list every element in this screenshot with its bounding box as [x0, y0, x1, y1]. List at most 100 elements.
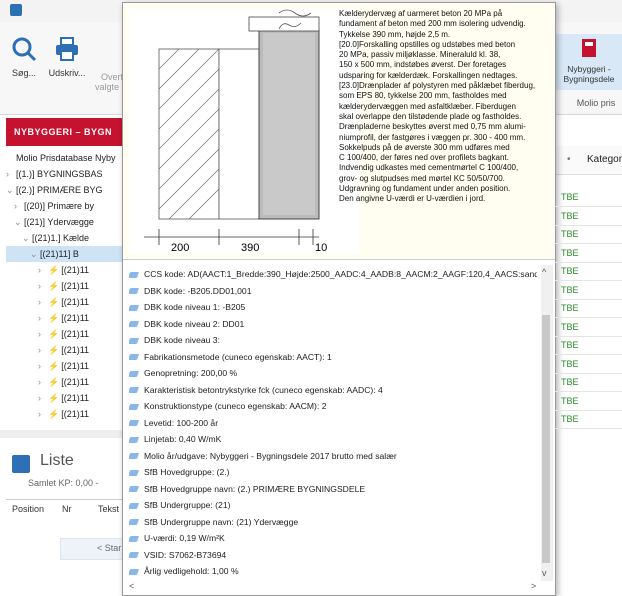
scroll-up-arrow[interactable]: ^	[542, 267, 546, 277]
tree-item-label: [(21)11	[61, 409, 90, 419]
chevron-down-icon[interactable]: ⌄	[22, 230, 32, 246]
property-tag-icon	[129, 568, 140, 575]
tree-item[interactable]: ⌄ [(21)11] B	[6, 246, 130, 262]
section-banner: NYBYGGERI – BYGN	[6, 118, 138, 146]
property-tag-icon	[129, 321, 140, 328]
transfer-button[interactable]: Overf valgte	[90, 62, 124, 102]
chevron-right-icon[interactable]: ›	[14, 198, 24, 214]
property-text: DBK kode: -B205.DD01,001	[144, 285, 252, 296]
tree-item-label: [(20)] Primære by	[24, 201, 95, 211]
description-line: Den angivne U-værdi er U-værdien i jord.	[339, 194, 486, 204]
tree-item[interactable]: › ⚡ [(21)11	[6, 262, 130, 278]
category-cell[interactable]: TBE	[561, 396, 581, 410]
tree-item-label: [(21)11	[61, 377, 90, 387]
category-cell[interactable]: TBE	[561, 340, 581, 354]
category-cell[interactable]: TBE	[561, 414, 581, 428]
description-line: kælderydervæggen med asfaltklæber. Fiber…	[339, 101, 516, 111]
property-tag-icon	[129, 486, 140, 493]
chevron-right-icon[interactable]: ›	[38, 358, 48, 374]
tree-item[interactable]: ⌄ [(21)] Ydervægge	[6, 214, 130, 230]
col-tekst[interactable]: Tekst	[98, 504, 119, 514]
property-tag-icon	[129, 453, 140, 460]
chevron-right-icon[interactable]: ›	[38, 278, 48, 294]
scroll-down-arrow[interactable]: v	[542, 568, 547, 578]
tree-item[interactable]: ⌄ [(21)1.] Kælde	[6, 230, 130, 246]
category-cell[interactable]: TBE	[561, 322, 581, 336]
chevron-right-icon[interactable]: ›	[38, 326, 48, 342]
category-cell[interactable]: TBE	[561, 248, 581, 262]
property-text: Karakteristisk betontrykstyrke fck (cune…	[144, 384, 383, 395]
item-icon: ⚡	[48, 377, 60, 387]
tree-item[interactable]: › ⚡ [(21)11	[6, 406, 130, 422]
tree-item[interactable]: ⌄ [(2.)] PRIMÆRE BYG	[6, 182, 130, 198]
tree-item[interactable]: Molio Prisdatabase Nyby	[6, 150, 130, 166]
chevron-right-icon[interactable]: ›	[38, 310, 48, 326]
chevron-right-icon[interactable]: ›	[38, 406, 48, 422]
category-cell[interactable]: TBE	[561, 377, 581, 391]
chevron-right-icon[interactable]: ›	[38, 294, 48, 310]
category-cell[interactable]: TBE	[561, 229, 581, 243]
property-text: U-værdi: 0,19 W/m²K	[144, 533, 225, 543]
property-text: SfB Hovedgruppe: (2.)	[144, 467, 230, 477]
property-tag-icon	[129, 552, 140, 559]
chevron-right-icon[interactable]: ›	[6, 166, 16, 182]
tree-item[interactable]: › ⚡ [(21)11	[6, 374, 130, 390]
property-tag-icon	[129, 370, 140, 377]
property-tag-icon	[129, 354, 140, 361]
chevron-down-icon[interactable]: ⌄	[6, 182, 16, 198]
tree-item[interactable]: › [(20)] Primære by	[6, 198, 130, 214]
property-text: Konstruktionstype (cuneco egenskab: AACM…	[144, 401, 327, 411]
property-tag-icon	[129, 535, 140, 542]
tree-item[interactable]: › ⚡ [(21)11	[6, 326, 130, 342]
chevron-right-icon[interactable]: ›	[38, 374, 48, 390]
category-cell[interactable]: TBE	[561, 266, 581, 280]
search-button[interactable]: Søg...	[4, 36, 44, 78]
new-row-cell[interactable]: < Star	[60, 538, 128, 560]
property-text: SfB Undergruppe: (21)	[144, 500, 231, 510]
property-text: Årlig vedligehold: 1,00 %	[144, 566, 239, 576]
description-line: Tykkelse 390 mm, højde 2,5 m.	[339, 29, 451, 39]
chevron-right-icon[interactable]: ›	[38, 262, 48, 278]
property-tag-icon	[129, 469, 140, 476]
grid-row-divider	[555, 206, 622, 207]
description-line: skal overlappe den tilstødende plade og …	[339, 111, 522, 121]
print-button[interactable]: Udskriv...	[46, 36, 88, 78]
grid-row-divider	[555, 261, 622, 263]
property-text: Linjetab: 0,40 W/mK	[144, 434, 222, 444]
category-cell[interactable]: TBE	[561, 303, 581, 317]
chevron-down-icon[interactable]: ⌄	[30, 246, 40, 262]
property-text: Fabrikationsmetode (cuneco egenskab: AAC…	[144, 351, 332, 362]
description-line: Sokkelpuds på de øverste 300 mm udføres …	[339, 142, 510, 152]
property-scrollbar-thumb[interactable]	[542, 315, 550, 563]
tree-scrollbar[interactable]	[0, 430, 130, 438]
property-tag-icon	[129, 387, 140, 394]
category-cell[interactable]: TBE	[561, 285, 581, 299]
tree-item[interactable]: › ⚡ [(21)11	[6, 390, 130, 406]
transfer-button-label: Overf valgte	[94, 72, 124, 92]
chevron-right-icon[interactable]: ›	[38, 342, 48, 358]
grid-row-divider	[555, 243, 622, 244]
tree-item[interactable]: › ⚡ [(21)11	[6, 294, 130, 310]
property-list: CCS kode: AD(AACT:1_Bredde:390_Højde:250…	[129, 265, 537, 583]
tree-item-label: [(2.)] PRIMÆRE BYG	[16, 185, 103, 195]
description-line: Drænpladerne beskyttes øverst med 0,75 m…	[339, 122, 526, 132]
category-cell[interactable]: TBE	[561, 211, 581, 225]
tree-item[interactable]: › [(1.)] BYGNINGSBAS	[6, 166, 130, 182]
nybyggeri-button[interactable]: Nybyggeri - Bygningsdele	[556, 34, 622, 90]
col-nr[interactable]: Nr	[62, 504, 72, 514]
chevron-down-icon[interactable]: ⌄	[14, 214, 24, 230]
tree-item[interactable]: › ⚡ [(21)11	[6, 342, 130, 358]
tree-item[interactable]: › ⚡ [(21)11	[6, 310, 130, 326]
tree-item[interactable]: › ⚡ [(21)11	[6, 278, 130, 294]
col-position[interactable]: Position	[12, 504, 44, 514]
tree-item[interactable]: › ⚡ [(21)11	[6, 358, 130, 374]
property-text: VSID: S7062-B73694	[144, 549, 227, 560]
category-cell[interactable]: TBE	[561, 192, 581, 206]
scroll-right-arrow[interactable]: >	[531, 581, 536, 591]
chevron-right-icon[interactable]: ›	[38, 390, 48, 406]
tree-item-label: [(21)11	[61, 265, 90, 275]
category-cell[interactable]: TBE	[561, 359, 581, 373]
property-text: DBK kode niveau 1: -B205	[144, 302, 246, 312]
grid-row-divider	[555, 409, 622, 411]
scroll-left-arrow[interactable]: <	[129, 581, 134, 591]
